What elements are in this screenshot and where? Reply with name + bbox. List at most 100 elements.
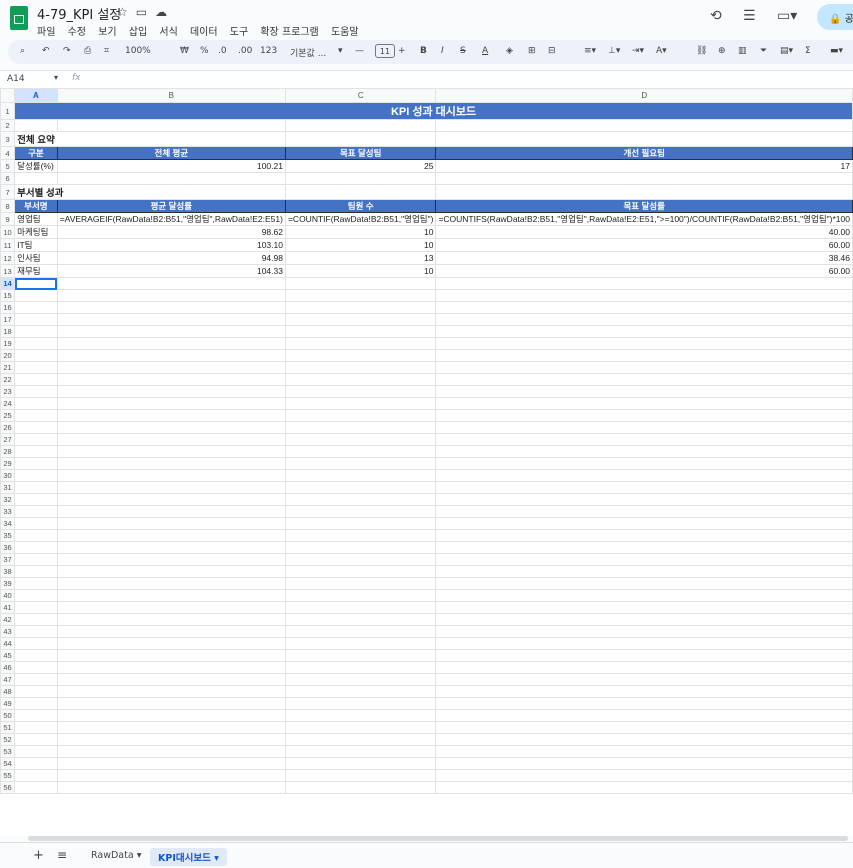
column-header-c[interactable]: C [284, 88, 437, 103]
cell-a52[interactable] [14, 733, 58, 746]
cell-b19[interactable] [56, 337, 286, 350]
comment-icon[interactable]: ☰ [743, 8, 756, 24]
cell-b25[interactable] [56, 409, 286, 422]
row-header[interactable]: 25 [0, 409, 16, 422]
row-header[interactable]: 1 [0, 102, 16, 120]
font-size-increase-button[interactable]: + [398, 46, 406, 56]
cell-d32[interactable] [435, 493, 853, 506]
cell-b22[interactable] [56, 373, 286, 386]
row-header[interactable]: 52 [0, 733, 16, 746]
cell-b13[interactable]: 104.33 [56, 264, 286, 278]
row-header[interactable]: 32 [0, 493, 16, 506]
cell-c5[interactable]: 25 [284, 159, 437, 173]
cell-d55[interactable] [435, 769, 853, 782]
row-header[interactable]: 33 [0, 505, 16, 518]
menu-extensions[interactable]: 확장 프로그램 [260, 27, 318, 38]
row-header[interactable]: 22 [0, 373, 16, 386]
cell-d49[interactable] [435, 697, 853, 710]
add-sheet-icon[interactable]: + [33, 848, 44, 863]
cell-d39[interactable] [435, 577, 853, 590]
cell-c24[interactable] [284, 397, 437, 410]
cell-d28[interactable] [435, 445, 853, 458]
cell-d8[interactable]: 목표 달성률 [435, 199, 853, 213]
row-header[interactable]: 39 [0, 577, 16, 590]
cell-c20[interactable] [284, 349, 437, 362]
row-header[interactable]: 27 [0, 433, 16, 446]
cell-c49[interactable] [284, 697, 437, 710]
cell-b47[interactable] [56, 673, 286, 686]
cell-a28[interactable] [14, 445, 58, 458]
rotate-icon[interactable]: A▾ [656, 46, 667, 56]
row-header[interactable]: 2 [0, 119, 16, 132]
cell-a41[interactable] [14, 601, 58, 614]
cell-b28[interactable] [56, 445, 286, 458]
cell-d45[interactable] [435, 649, 853, 662]
row-header[interactable]: 8 [0, 199, 16, 213]
cell-a36[interactable] [14, 541, 58, 554]
row-header[interactable]: 43 [0, 625, 16, 638]
folder-icon[interactable]: ▭ [136, 5, 155, 19]
cell-c32[interactable] [284, 493, 437, 506]
menu-tools[interactable]: 도구 [230, 27, 248, 38]
cell-b36[interactable] [56, 541, 286, 554]
cell-d16[interactable] [435, 301, 853, 314]
cell-c39[interactable] [284, 577, 437, 590]
menu-insert[interactable]: 삽입 [129, 27, 147, 38]
cell-a20[interactable] [14, 349, 58, 362]
cell-b9[interactable]: =AVERAGEIF(RawData!B2:B51,"영업팀",RawData!… [56, 212, 286, 226]
filter-views-icon[interactable]: ▤▾ [780, 46, 793, 56]
cell-a21[interactable] [14, 361, 58, 374]
cell-c10[interactable]: 10 [284, 225, 437, 239]
paint-format-icon[interactable]: ⌗ [104, 46, 109, 56]
row-header[interactable]: 3 [0, 131, 16, 147]
cell-c42[interactable] [284, 613, 437, 626]
row-header[interactable]: 48 [0, 685, 16, 698]
cell-d46[interactable] [435, 661, 853, 674]
cell-b16[interactable] [56, 301, 286, 314]
text-color-icon[interactable]: A [482, 46, 488, 56]
row-header[interactable]: 51 [0, 721, 16, 734]
cell-c11[interactable]: 10 [284, 238, 437, 252]
cell-c29[interactable] [284, 457, 437, 470]
cell-c14[interactable] [284, 277, 437, 290]
cell-b4[interactable]: 전체 평균 [56, 146, 286, 160]
cell-c55[interactable] [284, 769, 437, 782]
sheets-logo-icon[interactable] [10, 6, 28, 30]
cell-c45[interactable] [284, 649, 437, 662]
cell[interactable] [284, 184, 437, 200]
cell-b2[interactable] [56, 119, 286, 132]
cell-d17[interactable] [435, 313, 853, 326]
zoom-select[interactable]: 100% [125, 46, 151, 56]
row-header[interactable]: 15 [0, 289, 16, 302]
row-header[interactable]: 44 [0, 637, 16, 650]
cell-c16[interactable] [284, 301, 437, 314]
cell-d9[interactable]: =COUNTIFS(RawData!B2:B51,"영업팀",RawData!E… [435, 212, 853, 226]
valign-icon[interactable]: ⊥▾ [608, 46, 620, 56]
cell-b34[interactable] [56, 517, 286, 530]
cell-a45[interactable] [14, 649, 58, 662]
cell-c4[interactable]: 목표 달성팀 [284, 146, 437, 160]
row-header[interactable]: 16 [0, 301, 16, 314]
align-icon[interactable]: ≡▾ [584, 46, 596, 56]
cell-c19[interactable] [284, 337, 437, 350]
cell-b45[interactable] [56, 649, 286, 662]
row-header[interactable]: 17 [0, 313, 16, 326]
cell-d19[interactable] [435, 337, 853, 350]
cell-c40[interactable] [284, 589, 437, 602]
row-header[interactable]: 38 [0, 565, 16, 578]
row-header[interactable]: 24 [0, 397, 16, 410]
cell-d2[interactable] [435, 119, 853, 132]
cell-b49[interactable] [56, 697, 286, 710]
all-sheets-icon[interactable]: ≡ [57, 848, 67, 862]
search-icon[interactable]: ⌕ [20, 46, 25, 56]
italic-icon[interactable]: I [441, 46, 444, 56]
row-header[interactable]: 7 [0, 184, 16, 200]
cell-b29[interactable] [56, 457, 286, 470]
cell-b39[interactable] [56, 577, 286, 590]
number-format-button[interactable]: 123 [260, 46, 277, 56]
cell-d48[interactable] [435, 685, 853, 698]
bold-icon[interactable]: B [420, 46, 427, 56]
merge-cells-icon[interactable]: ⊟ [548, 46, 556, 56]
cell-b53[interactable] [56, 745, 286, 758]
cell-d20[interactable] [435, 349, 853, 362]
